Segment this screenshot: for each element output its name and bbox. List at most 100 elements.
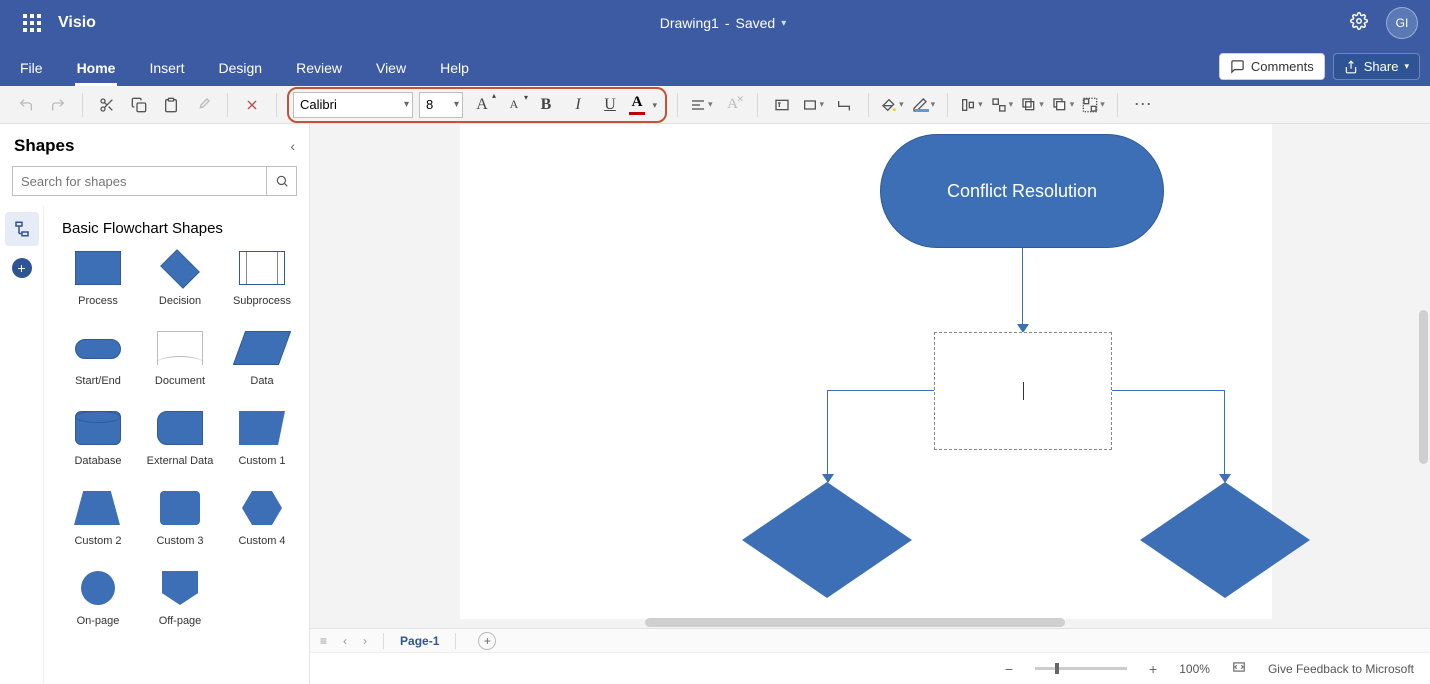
font-size-combo[interactable] <box>419 92 463 118</box>
comments-button[interactable]: Comments <box>1219 53 1325 80</box>
shape-item-custom3b[interactable]: Custom 3 <box>144 491 216 547</box>
menu-design[interactable]: Design <box>216 50 264 86</box>
position-button[interactable]: ▾ <box>989 97 1016 113</box>
search-button[interactable] <box>266 167 296 195</box>
connector-line[interactable] <box>1224 390 1225 478</box>
align-objects-button[interactable]: ▾ <box>958 97 985 113</box>
stencil-tab-button[interactable] <box>5 212 39 246</box>
shapes-rail: + <box>0 206 44 684</box>
fill-color-button[interactable]: ▾ <box>879 97 906 113</box>
bring-front-button[interactable]: ▾ <box>1019 97 1046 113</box>
format-painter-button[interactable] <box>189 91 217 119</box>
menu-home[interactable]: Home <box>75 50 118 86</box>
font-name-combo[interactable] <box>293 92 413 118</box>
user-avatar[interactable]: GI <box>1386 7 1418 39</box>
share-icon <box>1344 60 1358 74</box>
zoom-out-button[interactable]: − <box>1001 661 1017 677</box>
group-button[interactable]: ▾ <box>1080 97 1107 113</box>
search-input[interactable] <box>13 167 266 195</box>
menu-view[interactable]: View <box>374 50 408 86</box>
font-name-input[interactable] <box>293 92 413 118</box>
cut-button[interactable] <box>93 91 121 119</box>
position-icon <box>991 97 1007 113</box>
page-tab-1[interactable]: Page-1 <box>396 634 443 648</box>
shape-item-subprocess[interactable]: Subprocess <box>226 251 298 307</box>
italic-button[interactable]: I <box>565 92 591 118</box>
shape-item-custom1[interactable]: Custom 1 <box>226 411 298 467</box>
separator <box>383 633 384 649</box>
start-end-shape[interactable]: Conflict Resolution <box>880 134 1164 248</box>
text-cursor <box>1023 382 1024 400</box>
copy-button[interactable] <box>125 91 153 119</box>
connector-line[interactable] <box>1112 390 1224 391</box>
shape-item-decision[interactable]: Decision <box>144 251 216 307</box>
zoom-slider[interactable] <box>1035 667 1127 670</box>
shape-item-document[interactable]: Document <box>144 331 216 387</box>
settings-button[interactable] <box>1350 12 1368 35</box>
canvas-area[interactable]: Conflict Resolution ≡ <box>310 124 1430 684</box>
custom2-icon <box>74 491 122 527</box>
shape-item-offpage[interactable]: Off-page <box>144 571 216 627</box>
canvas-page[interactable]: Conflict Resolution <box>460 124 1272 619</box>
menu-file[interactable]: File <box>18 50 45 86</box>
zoom-in-button[interactable]: + <box>1145 661 1161 677</box>
feedback-link[interactable]: Give Feedback to Microsoft <box>1268 662 1414 676</box>
undo-button[interactable] <box>12 91 40 119</box>
fit-to-window-button[interactable] <box>1228 660 1250 677</box>
add-stencil-button[interactable]: + <box>12 258 32 278</box>
underline-button[interactable]: U <box>597 92 623 118</box>
textbox-icon <box>774 97 790 113</box>
share-button[interactable]: Share ▾ <box>1333 53 1420 80</box>
more-commands-button[interactable]: ⋯ <box>1128 94 1160 115</box>
decision-shape[interactable] <box>742 482 912 598</box>
decrease-font-button[interactable]: A▾ <box>501 92 527 118</box>
zoom-percent[interactable]: 100% <box>1179 662 1210 676</box>
scrollbar-thumb[interactable] <box>645 618 1065 627</box>
document-title[interactable]: Drawing1 - Saved ▾ <box>96 15 1350 31</box>
shape-item-process[interactable]: Process <box>62 251 134 307</box>
clear-formatting-button[interactable]: A✕ <box>719 91 747 119</box>
shapes-list: Basic Flowchart Shapes ProcessDecisionSu… <box>44 206 309 684</box>
shapes-category[interactable]: Basic Flowchart Shapes <box>62 220 301 237</box>
shape-item-data[interactable]: Data <box>226 331 298 387</box>
redo-button[interactable] <box>44 91 72 119</box>
bold-button[interactable]: B <box>533 92 559 118</box>
x-icon <box>244 97 260 113</box>
color-bar <box>915 109 929 112</box>
delete-button[interactable] <box>238 91 266 119</box>
send-back-button[interactable]: ▾ <box>1050 97 1077 113</box>
slider-knob[interactable] <box>1055 663 1059 674</box>
font-color-button[interactable]: A <box>629 94 655 115</box>
shape-item-extdata[interactable]: External Data <box>144 411 216 467</box>
menu-help[interactable]: Help <box>438 50 471 86</box>
all-pages-button[interactable]: ≡ <box>316 634 331 648</box>
shape-item-startend[interactable]: Start/End <box>62 331 134 387</box>
collapse-panel-button[interactable]: ‹ <box>290 138 295 154</box>
connector-line[interactable] <box>827 390 828 478</box>
increase-font-button[interactable]: A▴ <box>469 92 495 118</box>
connector-line[interactable] <box>827 390 934 391</box>
connector-line[interactable] <box>1022 248 1023 328</box>
decision-shape[interactable] <box>1140 482 1310 598</box>
horizontal-scrollbar[interactable] <box>645 618 1390 627</box>
shape-item-onpage[interactable]: On-page <box>62 571 134 627</box>
prev-page-button[interactable]: ‹ <box>339 634 351 648</box>
line-color-button[interactable]: ▾ <box>910 97 938 113</box>
next-page-button[interactable]: › <box>359 634 371 648</box>
app-launcher-button[interactable] <box>12 14 52 32</box>
vertical-scrollbar-thumb[interactable] <box>1419 310 1428 464</box>
add-page-button[interactable]: + <box>478 632 496 650</box>
paste-button[interactable] <box>157 91 185 119</box>
process-shape-editing[interactable] <box>934 332 1112 450</box>
text-box-button[interactable] <box>768 91 796 119</box>
connector-button[interactable] <box>830 91 858 119</box>
shape-button[interactable]: ▾ <box>800 97 827 113</box>
rectangle-icon <box>802 97 818 113</box>
shape-item-custom2[interactable]: Custom 2 <box>62 491 134 547</box>
menu-review[interactable]: Review <box>294 50 344 86</box>
align-text-button[interactable]: ▾ <box>688 97 715 113</box>
shape-item-database[interactable]: Database <box>62 411 134 467</box>
shape-item-custom4[interactable]: Custom 4 <box>226 491 298 547</box>
font-size-input[interactable] <box>419 92 463 118</box>
menu-insert[interactable]: Insert <box>147 50 186 86</box>
